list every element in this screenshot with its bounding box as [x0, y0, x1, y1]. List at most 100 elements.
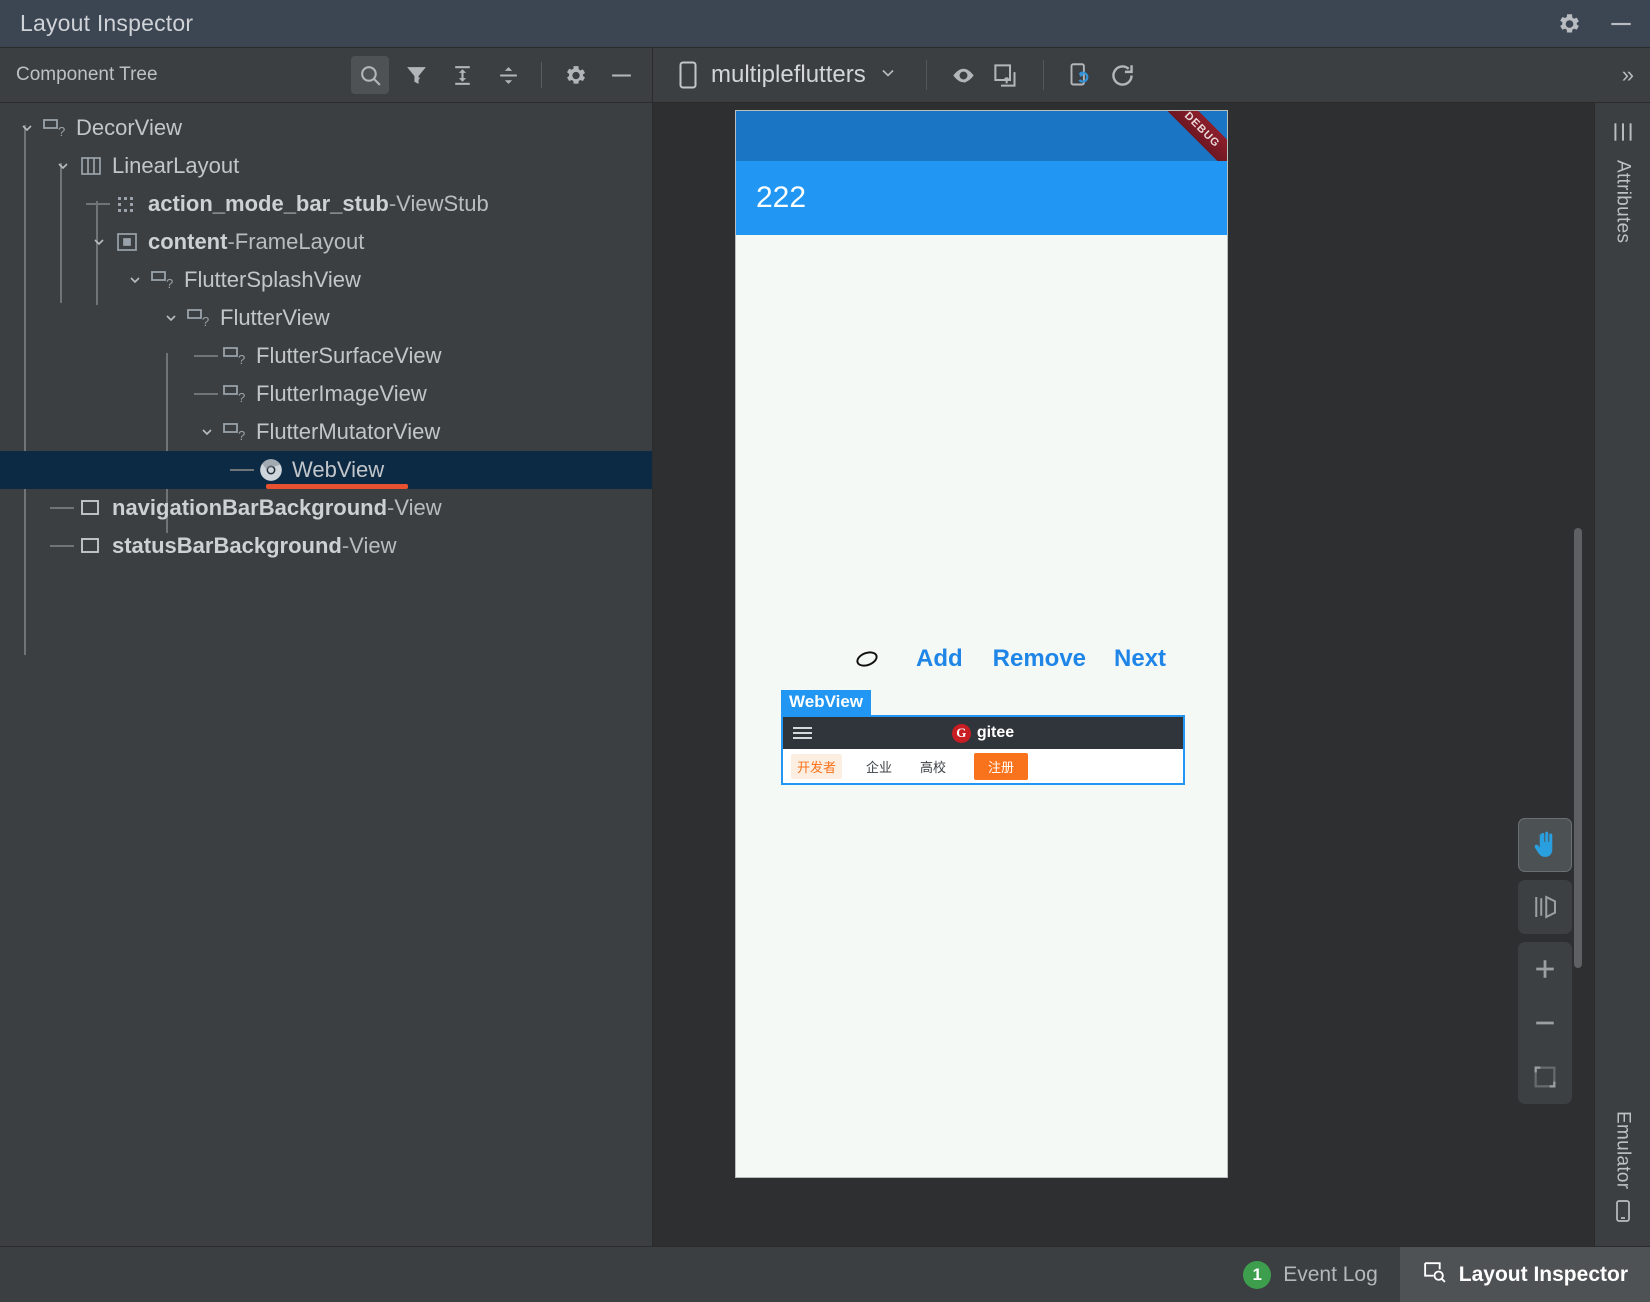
- gitee-nav-item-developer[interactable]: 开发者: [791, 753, 843, 779]
- gitee-register-button[interactable]: 注册: [974, 752, 1029, 780]
- tool-toolbar: Component Tree multipleflutters »: [0, 48, 1650, 103]
- component-tree-label: Component Tree: [16, 64, 158, 85]
- preview-scrollbar[interactable]: [1574, 528, 1582, 968]
- view-unknown-icon: ?: [148, 269, 178, 291]
- chevron-down-icon[interactable]: [158, 310, 184, 326]
- live-updates-icon[interactable]: [1062, 56, 1100, 94]
- load-overlay-icon[interactable]: [987, 56, 1025, 94]
- chevron-down-icon[interactable]: [50, 158, 76, 174]
- chevron-down-icon[interactable]: [194, 424, 220, 440]
- tree-node-label: action_mode_bar_stub - ViewStub: [148, 191, 489, 217]
- tree-node-label: statusBarBackground - View: [112, 533, 396, 559]
- device-preview-panel[interactable]: DEBUG 222 Add Remove Next WebView G gite…: [653, 103, 1594, 1246]
- view-icon: [76, 535, 106, 557]
- svg-text:?: ?: [166, 276, 173, 291]
- refresh-icon[interactable]: [1104, 56, 1142, 94]
- tree-node-content[interactable]: content - FrameLayout: [0, 223, 652, 261]
- status-tab-layout-inspector[interactable]: Layout Inspector: [1399, 1247, 1650, 1302]
- tree-node-type: FlutterImageView: [256, 381, 427, 406]
- add-button[interactable]: Add: [916, 645, 963, 673]
- linear-layout-icon: [76, 155, 106, 177]
- tree-branch-line: [50, 527, 76, 565]
- tree-node-type: FlutterView: [220, 305, 330, 330]
- view-unknown-icon: ?: [184, 307, 214, 329]
- tree-node-FlutterSurfaceView[interactable]: ? FlutterSurfaceView: [0, 337, 652, 375]
- tree-branch-line: [194, 337, 220, 375]
- chevron-down-icon[interactable]: [14, 120, 40, 136]
- webview-highlight: WebView G gitee 开发者 企业 高校 注册: [781, 690, 1185, 786]
- emulator-tab-label[interactable]: Emulator: [1612, 1111, 1634, 1189]
- layout-inspector-icon: [1422, 1259, 1447, 1290]
- view-stub-icon: [112, 193, 142, 215]
- layout-inspector-window: Layout Inspector Component Tree multiple…: [0, 0, 1650, 1302]
- svg-text:?: ?: [238, 352, 245, 367]
- gitee-nav-item-university[interactable]: 高校: [914, 754, 952, 779]
- debug-ribbon: DEBUG: [1155, 111, 1227, 161]
- hamburger-icon[interactable]: [793, 727, 812, 740]
- tree-node-type: View: [394, 495, 442, 520]
- attributes-icon[interactable]: [1610, 119, 1636, 150]
- expand-all-icon[interactable]: [443, 56, 481, 94]
- collapse-all-icon[interactable]: [489, 56, 527, 94]
- zoom-controls: [1518, 942, 1572, 1104]
- tree-node-FlutterMutatorView[interactable]: ? FlutterMutatorView: [0, 413, 652, 451]
- tree-node-navigationBarBackground[interactable]: navigationBarBackground - View: [0, 489, 652, 527]
- view-icon: [76, 497, 106, 519]
- tree-node-statusBarBackground[interactable]: statusBarBackground - View: [0, 527, 652, 565]
- tree-node-FlutterView[interactable]: ? FlutterView: [0, 299, 652, 337]
- tree-node-type: ViewStub: [396, 191, 489, 216]
- tree-node-DecorView[interactable]: ? DecorView: [0, 109, 652, 147]
- view-options-icon[interactable]: [945, 56, 983, 94]
- tree-node-label: DecorView: [76, 115, 182, 141]
- toolbar-divider: [1042, 60, 1044, 90]
- zoom-to-fit-icon[interactable]: [1518, 1050, 1572, 1104]
- tree-node-separator: -: [387, 495, 395, 520]
- search-icon[interactable]: [351, 56, 389, 94]
- gear-icon[interactable]: [1556, 11, 1582, 37]
- window-actions: [1556, 11, 1634, 37]
- emulator-tab[interactable]: Emulator: [1611, 1101, 1635, 1228]
- svg-text:?: ?: [58, 124, 65, 139]
- attributes-tab-label[interactable]: Attributes: [1612, 160, 1634, 243]
- chevron-down-icon[interactable]: [86, 234, 112, 250]
- tree-node-label: navigationBarBackground - View: [112, 495, 442, 521]
- svg-text:?: ?: [238, 428, 245, 443]
- component-tree[interactable]: ? DecorView LinearLayout action_mode_bar_st…: [0, 103, 653, 1246]
- remove-button[interactable]: Remove: [993, 645, 1086, 673]
- emulator-icon[interactable]: [1611, 1199, 1635, 1228]
- chevrons-right-icon[interactable]: »: [1622, 62, 1634, 88]
- next-button[interactable]: Next: [1114, 645, 1166, 673]
- tree-node-type: View: [349, 533, 397, 558]
- tree-node-type: LinearLayout: [112, 153, 240, 178]
- tree-node-FlutterSplashView[interactable]: ? FlutterSplashView: [0, 261, 652, 299]
- preview-toolbar: multipleflutters »: [653, 48, 1650, 102]
- minimize-icon[interactable]: [1608, 11, 1634, 37]
- chevron-down-icon[interactable]: [878, 63, 898, 88]
- toolbar-divider: [541, 62, 542, 88]
- webview-bounds[interactable]: G gitee 开发者 企业 高校 注册: [781, 715, 1185, 786]
- tree-node-action_mode_bar_stub[interactable]: action_mode_bar_stub - ViewStub: [0, 185, 652, 223]
- chevron-down-icon[interactable]: [122, 272, 148, 288]
- minimize-icon[interactable]: [602, 56, 640, 94]
- layout-inspector-label: Layout Inspector: [1458, 1262, 1628, 1286]
- pan-tool-icon[interactable]: [1518, 818, 1572, 872]
- window-title-bar: Layout Inspector: [0, 0, 1650, 48]
- gitee-nav-item-enterprise[interactable]: 企业: [860, 754, 898, 779]
- tree-node-id: content: [148, 229, 228, 254]
- preview-controls: [1518, 818, 1572, 1104]
- tree-branch-line: [194, 375, 220, 413]
- zoom-out-icon[interactable]: [1518, 996, 1572, 1050]
- tree-branch-line: [230, 451, 256, 489]
- main-body: ? DecorView LinearLayout action_mode_bar_st…: [0, 103, 1650, 1246]
- status-tab-event-log[interactable]: 1 Event Log: [1221, 1247, 1400, 1302]
- device-selector[interactable]: multipleflutters: [671, 56, 908, 94]
- tree-node-type: WebView: [292, 457, 385, 482]
- tree-node-WebView[interactable]: WebView: [0, 451, 652, 489]
- layer-mode-icon[interactable]: [1518, 880, 1572, 934]
- gear-icon[interactable]: [556, 56, 594, 94]
- tree-node-LinearLayout[interactable]: LinearLayout: [0, 147, 652, 185]
- zoom-in-icon[interactable]: [1518, 942, 1572, 996]
- tree-node-FlutterImageView[interactable]: ? FlutterImageView: [0, 375, 652, 413]
- filter-icon[interactable]: [397, 56, 435, 94]
- tree-node-label: FlutterMutatorView: [256, 419, 440, 445]
